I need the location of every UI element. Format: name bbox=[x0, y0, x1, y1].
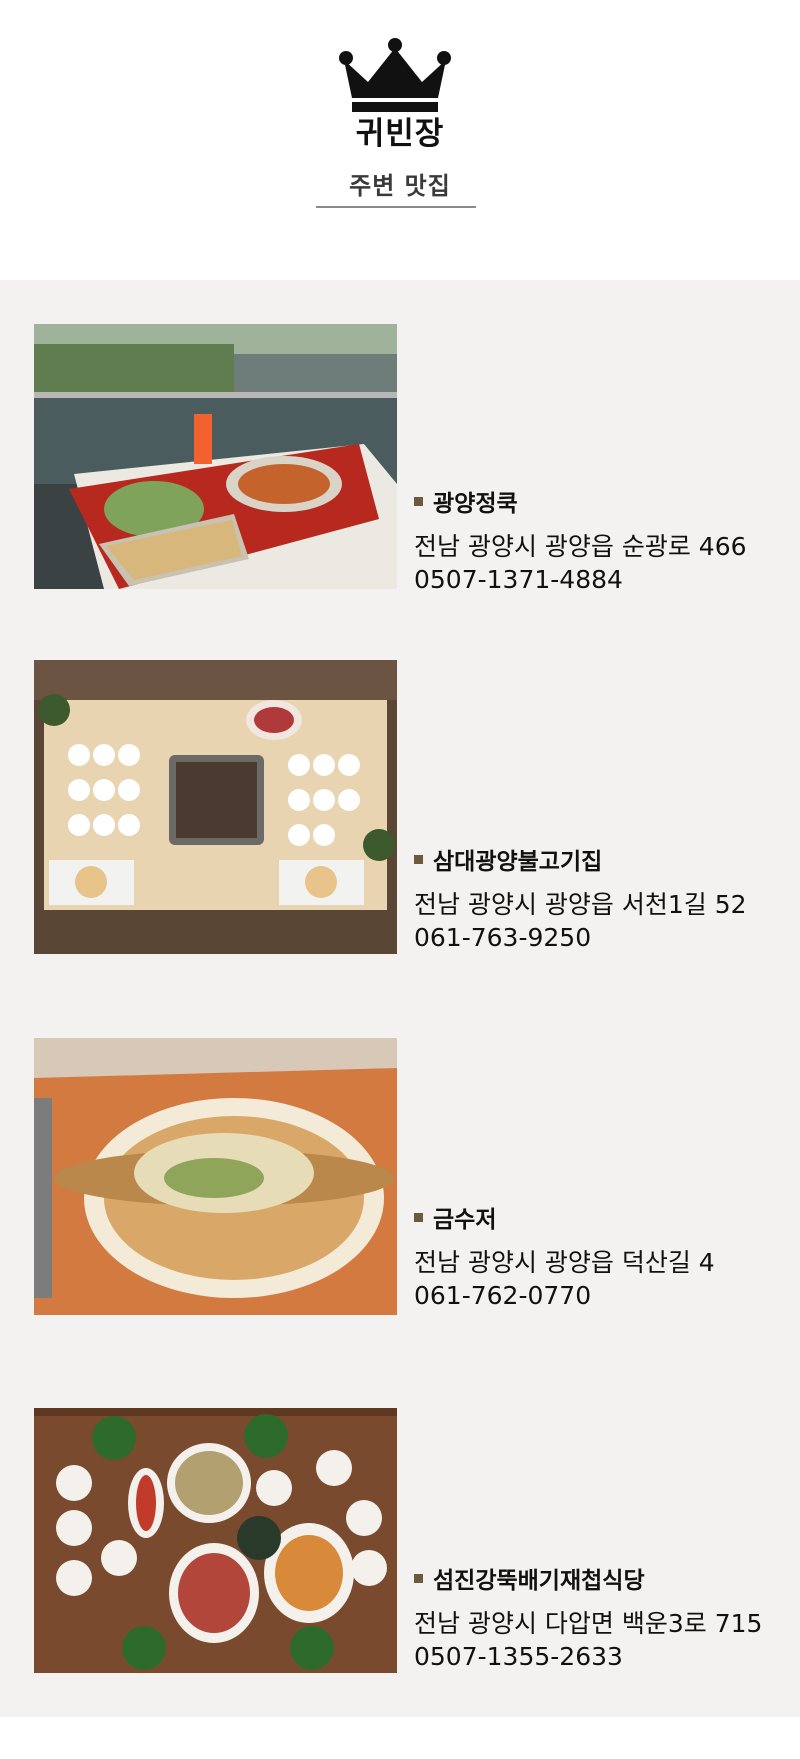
footer-strip bbox=[0, 1717, 800, 1759]
restaurant-name: 섬진강뚝배기재첩식당 bbox=[433, 1568, 645, 1594]
bullet-icon bbox=[414, 496, 423, 506]
restaurant-name: 금수저 bbox=[433, 1207, 497, 1233]
restaurant-address: 전남 광양시 광양읍 덕산길 4 bbox=[414, 1248, 715, 1277]
restaurant-info: 금수저 전남 광양시 광양읍 덕산길 4 061-762-0770 bbox=[414, 1202, 784, 1312]
restaurant-info: 삼대광양불고기집 전남 광양시 광양읍 서천1길 52 061-763-9250 bbox=[414, 844, 784, 954]
crown-icon bbox=[339, 38, 451, 112]
restaurant-address: 전남 광양시 다압면 백운3로 715 bbox=[414, 1609, 763, 1638]
title-underline bbox=[316, 206, 476, 208]
restaurant-photo bbox=[34, 324, 397, 589]
restaurant-phone[interactable]: 0507-1371-4884 bbox=[414, 563, 784, 596]
restaurant-photo bbox=[34, 660, 397, 954]
restaurant-photo bbox=[34, 1408, 397, 1673]
restaurant-info: 광양정쿡 전남 광양시 광양읍 순광로 466 0507-1371-4884 bbox=[414, 486, 784, 596]
restaurant-address: 전남 광양시 광양읍 순광로 466 bbox=[414, 532, 747, 561]
restaurant-name: 광양정쿡 bbox=[433, 491, 518, 517]
bullet-icon bbox=[414, 1212, 423, 1222]
restaurant-info: 섬진강뚝배기재첩식당 전남 광양시 다압면 백운3로 715 0507-1355… bbox=[414, 1563, 784, 1673]
restaurant-address: 전남 광양시 광양읍 서천1길 52 bbox=[414, 890, 747, 919]
restaurant-phone[interactable]: 0507-1355-2633 bbox=[414, 1640, 784, 1673]
restaurant-name: 삼대광양불고기집 bbox=[433, 849, 603, 875]
restaurant-photo bbox=[34, 1038, 397, 1315]
page-header: 귀빈장 주변 맛집 bbox=[0, 0, 800, 280]
page-title: 주변 맛집 bbox=[349, 172, 451, 200]
brand-name: 귀빈장 bbox=[355, 116, 445, 152]
bullet-icon bbox=[414, 1573, 423, 1583]
bullet-icon bbox=[414, 854, 423, 864]
restaurant-phone[interactable]: 061-763-9250 bbox=[414, 921, 784, 954]
restaurant-phone[interactable]: 061-762-0770 bbox=[414, 1279, 784, 1312]
